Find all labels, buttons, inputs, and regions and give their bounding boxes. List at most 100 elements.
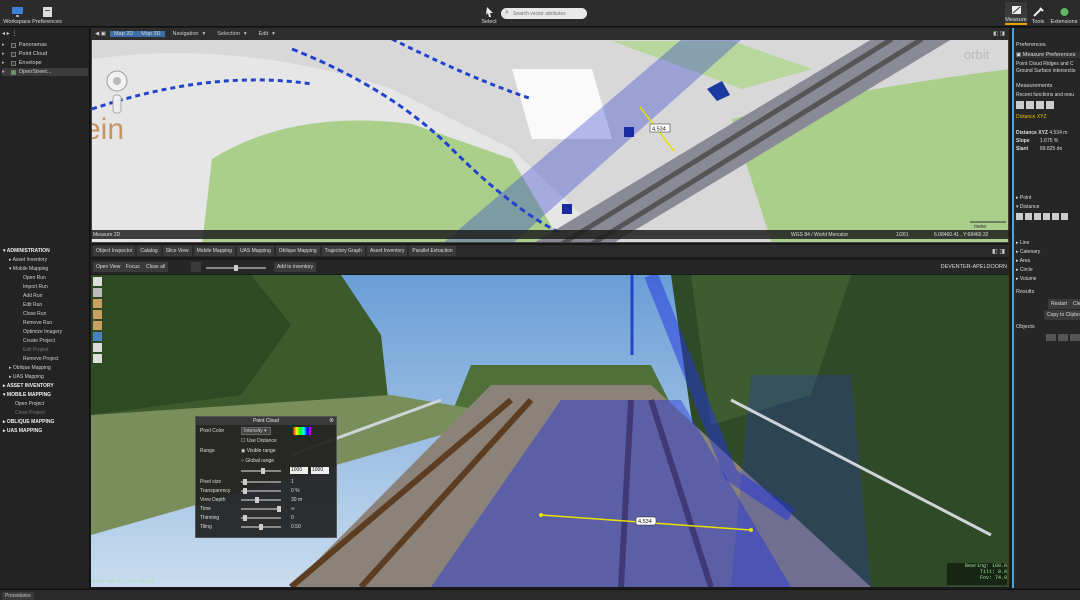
- view-depth-slider[interactable]: [241, 497, 281, 503]
- view-window-icons[interactable]: ◧ ◨: [992, 248, 1009, 255]
- color-ramp-swatch[interactable]: [293, 427, 311, 435]
- range-min-input[interactable]: 1000: [290, 467, 308, 474]
- distance-group[interactable]: ▾ Distance: [1016, 204, 1080, 210]
- view-settings-button[interactable]: [191, 262, 201, 272]
- layer-checkbox[interactable]: [10, 51, 16, 57]
- tree-edit-run[interactable]: Edit Run: [23, 302, 42, 308]
- tree-remove-run[interactable]: Remove Run: [23, 320, 52, 326]
- tab-trajectory-graph[interactable]: Trajectory Graph: [321, 246, 365, 256]
- close-icon[interactable]: ⊗: [329, 417, 334, 424]
- tab-mobile-mapping[interactable]: Mobile Mapping: [193, 246, 235, 256]
- layer-checkbox[interactable]: [10, 42, 16, 48]
- tree-close-project[interactable]: Close Project: [15, 410, 45, 416]
- tab-asset-inventory[interactable]: Asset Inventory: [366, 246, 408, 256]
- tree-add-run[interactable]: Add Run: [23, 293, 42, 299]
- tools-button[interactable]: Tools: [1029, 2, 1047, 25]
- tree-open-project[interactable]: Open Project: [15, 401, 44, 407]
- range-slider[interactable]: [241, 468, 281, 474]
- tree-asset-inventory[interactable]: ▸ Asset Inventory: [9, 257, 47, 263]
- global-range-radio[interactable]: ○ Global range: [241, 458, 274, 464]
- layer-toolbar-icons[interactable]: ◂ ▸ ⋮: [2, 30, 17, 37]
- tab-selection[interactable]: Selection ▾: [209, 31, 250, 37]
- view-slider-knob[interactable]: [234, 265, 238, 271]
- tree-mobile-mapping-cap[interactable]: ▾ MOBILE MAPPING: [3, 392, 51, 398]
- thinning-slider[interactable]: [241, 515, 281, 521]
- slider-knob[interactable]: [259, 524, 263, 530]
- procedures-tab[interactable]: Procedures: [2, 592, 34, 600]
- tool-icon[interactable]: [1026, 101, 1034, 109]
- play-icon[interactable]: [93, 277, 102, 286]
- tree-uas-mapping-cap[interactable]: ▸ UAS MAPPING: [3, 428, 42, 434]
- tool-icon[interactable]: [1025, 213, 1032, 220]
- tab-slice-view[interactable]: Slice View: [162, 246, 192, 256]
- tab-object-inspector[interactable]: Object Inspector: [93, 246, 136, 256]
- tool-icon[interactable]: [1016, 101, 1024, 109]
- slider-knob[interactable]: [243, 515, 247, 521]
- distance-xyz-link[interactable]: Distance XYZ: [1016, 114, 1080, 120]
- extensions-button[interactable]: Extensions: [1050, 2, 1078, 25]
- tree-close-run[interactable]: Close Run: [23, 311, 46, 317]
- measure-preferences-item[interactable]: ▣ Measure Preferences: [1016, 52, 1080, 58]
- tool-icon[interactable]: [1036, 101, 1044, 109]
- tree-create-project[interactable]: Create Project: [23, 338, 55, 344]
- layer-icon[interactable]: [93, 310, 102, 319]
- slider-knob[interactable]: [243, 488, 247, 494]
- tool-icon[interactable]: [1034, 213, 1041, 220]
- tree-optimize-imagery[interactable]: Optimize Imagery: [23, 329, 62, 335]
- tool-icon[interactable]: [1016, 213, 1023, 220]
- tab-map-3d[interactable]: Map 3D: [137, 31, 165, 37]
- slider-knob[interactable]: [255, 497, 259, 503]
- settings-icon[interactable]: [93, 354, 102, 363]
- line-group[interactable]: ▸ Line: [1016, 240, 1080, 246]
- compass-icon[interactable]: [93, 288, 102, 297]
- transparency-slider[interactable]: [241, 488, 281, 494]
- tool-icon[interactable]: [1046, 101, 1054, 109]
- time-slider[interactable]: [241, 506, 281, 512]
- measure-button[interactable]: Measure: [1005, 2, 1027, 25]
- tab-uas-mapping[interactable]: UAS Mapping: [236, 246, 274, 256]
- object-tool-button[interactable]: [1058, 334, 1068, 341]
- map-window-icons[interactable]: ◧ ◨: [989, 31, 1009, 37]
- layer-item-point-cloud[interactable]: ▸ Point Cloud: [2, 50, 88, 58]
- grid-icon[interactable]: [93, 343, 102, 352]
- tree-remove-project[interactable]: Remove Project: [23, 356, 59, 362]
- layer-item-panoramas[interactable]: ▸ Panoramas: [2, 41, 88, 49]
- close-all-button[interactable]: Close all: [143, 262, 169, 272]
- map-canvas[interactable]: orbit ein 4.534 meter: [92, 29, 1009, 243]
- layer-item-openstreet[interactable]: ▸ OpenStreet...: [2, 68, 88, 76]
- layer-icon[interactable]: [93, 299, 102, 308]
- tree-edit-project[interactable]: Edit Project: [23, 347, 49, 353]
- open-view-button[interactable]: Open View: [93, 262, 124, 272]
- map-tab-icons[interactable]: ◀ ▣: [91, 31, 110, 37]
- tab-parallel-extraction[interactable]: Parallel Extraction: [409, 246, 456, 256]
- tool-icon[interactable]: [1061, 213, 1068, 220]
- tree-uas-mapping[interactable]: ▸ UAS Mapping: [9, 374, 44, 380]
- select-button[interactable]: Select: [478, 2, 500, 25]
- tab-catalog[interactable]: Catalog: [137, 246, 161, 256]
- workspace-button[interactable]: Workspace: [3, 2, 31, 25]
- tree-mobile-mapping[interactable]: ▾ Mobile Mapping: [9, 266, 48, 272]
- range-max-input[interactable]: 1000: [311, 467, 329, 474]
- layer-checkbox[interactable]: [10, 69, 16, 75]
- tree-asset-inventory-cap[interactable]: ▸ ASSET INVENTORY: [3, 383, 54, 389]
- visible-range-radio[interactable]: ◉ Visible range: [241, 448, 276, 454]
- tab-oblique-mapping[interactable]: Oblique Mapping: [275, 246, 320, 256]
- pixel-color-select[interactable]: Intensity ▾: [241, 427, 271, 435]
- layer-item-envelope[interactable]: ▸ Envelope: [2, 59, 88, 67]
- area-group[interactable]: ▸ Area: [1016, 258, 1080, 264]
- object-tool-button[interactable]: [1046, 334, 1056, 341]
- clear-button[interactable]: Clea: [1070, 299, 1080, 309]
- pixel-size-slider[interactable]: [241, 479, 281, 485]
- layer-icon[interactable]: [93, 321, 102, 330]
- tab-navigation[interactable]: Navigation ▾: [165, 31, 210, 37]
- tree-import-run[interactable]: Import Run: [23, 284, 48, 290]
- object-tool-button[interactable]: [1070, 334, 1080, 341]
- point-group[interactable]: ▸ Point: [1016, 195, 1080, 201]
- slider-knob[interactable]: [243, 479, 247, 485]
- volume-group[interactable]: ▸ Volume: [1016, 276, 1080, 282]
- camera-icon[interactable]: [93, 332, 102, 341]
- restart-button[interactable]: Restart: [1048, 299, 1071, 309]
- preferences-button[interactable]: Preferences: [32, 2, 62, 25]
- tree-oblique-mapping-cap[interactable]: ▸ OBLIQUE MAPPING: [3, 419, 54, 425]
- tab-map-2d[interactable]: Map 2D: [109, 31, 138, 37]
